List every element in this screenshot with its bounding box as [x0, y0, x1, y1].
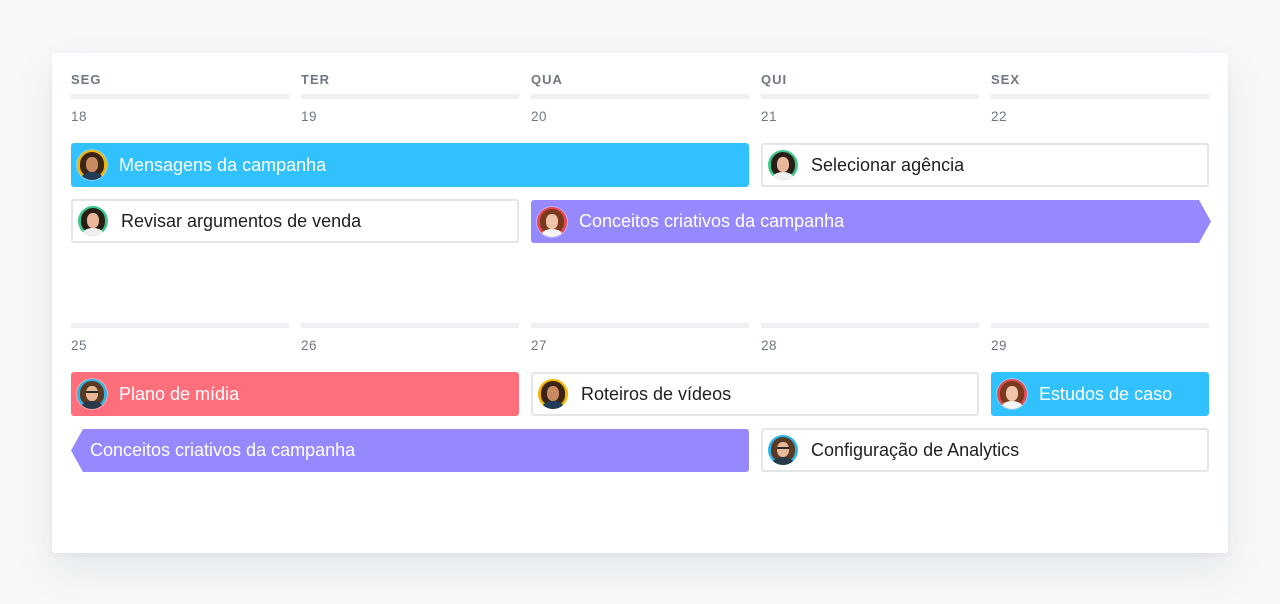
task-label: Selecionar agência [811, 154, 965, 175]
task-estudos-de-caso[interactable]: Estudos de caso [991, 372, 1209, 416]
date-label: 26 [301, 338, 318, 353]
day-divider [991, 94, 1209, 99]
day-divider [301, 94, 519, 99]
day-divider [301, 323, 519, 328]
woman-red-avatar [537, 207, 567, 237]
calendar-card [52, 53, 1228, 553]
date-label: 18 [71, 109, 88, 124]
woman-yellow-avatar [77, 150, 107, 180]
task-conceitos-criativos-da-campanha-continued[interactable]: Conceitos criativos da campanha [71, 429, 749, 472]
woman-yellow-avatar [538, 379, 568, 409]
task-label: Roteiros de vídeos [581, 383, 732, 404]
task-selecionar-agencia[interactable]: Selecionar agência [761, 143, 1209, 187]
task-label: Configuração de Analytics [811, 439, 1020, 460]
task-mensagens-da-campanha[interactable]: Mensagens da campanha [71, 143, 749, 187]
date-label: 29 [991, 338, 1008, 353]
day-divider [71, 323, 289, 328]
date-label: 20 [531, 109, 548, 124]
day-divider [761, 323, 979, 328]
date-label: 28 [761, 338, 778, 353]
date-label: 25 [71, 338, 88, 353]
date-label: 22 [991, 109, 1008, 124]
weekday-wednesday: QUA [531, 72, 563, 87]
day-divider [991, 323, 1209, 328]
task-revisar-argumentos-de-venda[interactable]: Revisar argumentos de venda [71, 199, 519, 243]
weekday-thursday: QUI [761, 72, 788, 87]
day-divider [531, 94, 749, 99]
date-label: 19 [301, 109, 318, 124]
man-glasses-avatar [77, 379, 107, 409]
woman-green-avatar [768, 150, 798, 180]
task-conceitos-criativos-da-campanha[interactable]: Conceitos criativos da campanha [531, 200, 1211, 243]
weekday-monday: SEG [71, 72, 102, 87]
task-label: Conceitos criativos da campanha [579, 211, 845, 231]
weekday-friday: SEX [991, 72, 1021, 87]
man-glasses-avatar [768, 435, 798, 465]
task-label: Revisar argumentos de venda [121, 210, 362, 231]
day-divider [531, 323, 749, 328]
date-label: 27 [531, 338, 548, 353]
weekday-tuesday: TER [301, 72, 330, 87]
date-label: 21 [761, 109, 778, 124]
task-label: Estudos de caso [1039, 383, 1173, 404]
task-configuracao-de-analytics[interactable]: Configuração de Analytics [761, 428, 1209, 472]
woman-red-avatar [997, 379, 1027, 409]
task-label: Conceitos criativos da campanha [90, 440, 356, 460]
task-label: Mensagens da campanha [119, 154, 327, 175]
day-divider [761, 94, 979, 99]
woman-green-avatar [78, 206, 108, 236]
task-roteiros-de-videos[interactable]: Roteiros de vídeos [531, 372, 979, 416]
day-divider [71, 94, 289, 99]
task-plano-de-midia[interactable]: Plano de mídia [71, 372, 519, 416]
task-label: Plano de mídia [119, 383, 240, 404]
